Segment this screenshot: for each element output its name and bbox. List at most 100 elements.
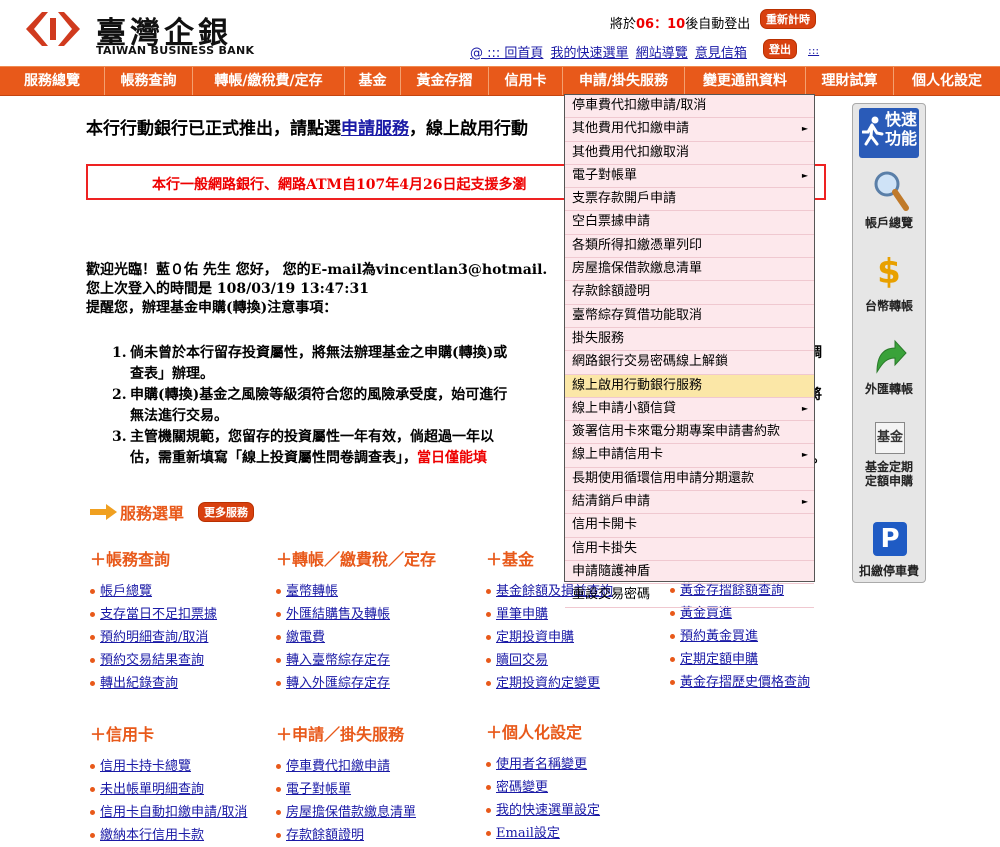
dropdown-item[interactable]: 臺幣綜存質借功能取消 [565, 305, 814, 328]
renew-timer-button[interactable]: 重新計時 [760, 9, 816, 29]
bullet-icon [276, 589, 281, 594]
bullet-icon [276, 764, 281, 769]
quick-fund-label-1: 基金定期 [864, 460, 913, 474]
dropdown-item[interactable]: 房屋擔保借款繳息清單 [565, 258, 814, 282]
dropdown-item-label: 掛失服務 [572, 330, 625, 346]
svc-link[interactable]: 預約黃金買進 [680, 629, 758, 644]
svc-link[interactable]: 定期定額申購 [680, 652, 758, 667]
quick-fund-regular[interactable]: 基金定期 定額申購 [853, 460, 925, 488]
apply-service-link[interactable]: 申請服務 [341, 119, 409, 139]
dropdown-item[interactable]: 簽署信用卡來電分期專案申請書約款 [565, 421, 814, 445]
rule-text: 倘未曾於本行留存投資屬性，將無法辦理基金之申購(轉換)或 [130, 345, 508, 361]
bullet-icon [486, 635, 491, 640]
svc-link[interactable]: 我的快速選單設定 [496, 803, 600, 818]
quick-twd-transfer[interactable]: 台幣轉帳 [853, 297, 925, 314]
svc-link[interactable]: 轉出紀錄查詢 [100, 676, 178, 691]
svc-link[interactable]: 房屋擔保借款繳息清單 [286, 805, 416, 820]
svc-link[interactable]: 使用者名稱變更 [496, 757, 587, 772]
svc-col-title[interactable]: ＋轉帳／繳費稅／定存 [276, 546, 436, 570]
service-menu-header: 服務選單 更多服務 [90, 500, 255, 524]
last-login-line: 您上次登入的時間是 108/03/19 13:47:31 [86, 281, 369, 297]
nav-fund[interactable]: 基金 [345, 67, 401, 95]
logout-button[interactable]: 登出 [763, 39, 797, 59]
feedback-link[interactable]: 意見信箱 [695, 46, 747, 61]
svc-link[interactable]: 預約交易結果查詢 [100, 653, 204, 668]
rule-text-line2: 估，需重新填寫「線上投資屬性問卷調查表」， [130, 450, 417, 466]
green-arrow-icon[interactable] [873, 338, 907, 376]
fund-icon[interactable]: 基金 [875, 422, 905, 454]
dropdown-item[interactable]: 信用卡掛失 [565, 538, 814, 561]
dropdown-item[interactable]: 線上申請小額信貸 ► [565, 398, 814, 422]
dropdown-item[interactable]: 網路銀行交易密碼線上解鎖 [565, 351, 814, 375]
accesskey-link[interactable]: ::: [808, 44, 819, 57]
nav-change-contact[interactable]: 變更通訊資料 [685, 67, 806, 95]
nav-gold[interactable]: 黃金存摺 [401, 67, 489, 95]
svc-link[interactable]: 帳戶總覽 [100, 584, 152, 599]
dropdown-item[interactable]: 支票存款開戶申請 [565, 188, 814, 212]
svc-link[interactable]: 未出帳單明細查詢 [100, 782, 204, 797]
svc-link[interactable]: 密碼變更 [496, 780, 548, 795]
svc-link[interactable]: 預約明細查詢/取消 [100, 630, 208, 645]
magnifier-icon[interactable] [873, 170, 909, 212]
svc-link[interactable]: 存款餘額證明 [286, 828, 364, 843]
svc-link[interactable]: 黃金存摺歷史價格查詢 [680, 675, 810, 690]
dropdown-item-label: 重設交易密碼 [572, 587, 651, 603]
bank-logo[interactable]: 臺灣企銀 TAIWAN BUSINESS BANK [22, 8, 262, 58]
quick-menu-link[interactable]: 我的快速選單 [551, 46, 629, 61]
dropdown-item[interactable]: 電子對帳單 ► [565, 165, 814, 189]
dropdown-item[interactable]: 掛失服務 [565, 328, 814, 352]
dropdown-item[interactable]: 各類所得扣繳憑單列印 [565, 235, 814, 259]
svc-link[interactable]: 單筆申購 [496, 607, 548, 622]
dropdown-item[interactable]: 重設交易密碼 [565, 584, 814, 608]
dropdown-item[interactable]: 長期使用循環信用申請分期還款 [565, 468, 814, 492]
svc-link[interactable]: 電子對帳單 [286, 782, 351, 797]
dropdown-item[interactable]: 空白票據申請 [565, 211, 814, 235]
dropdown-item[interactable]: 申請隨護神盾 [565, 561, 814, 585]
home-link[interactable]: @ ::: 回首頁 [470, 46, 543, 61]
svc-link[interactable]: Email設定 [496, 826, 560, 841]
bullet-icon [670, 611, 675, 616]
bullet-icon [486, 589, 491, 594]
parking-icon[interactable]: P [873, 522, 907, 556]
svc-col-title[interactable]: ＋申請／掛失服務 [276, 721, 416, 745]
svc-link[interactable]: 臺幣轉帳 [286, 584, 338, 599]
svc-link[interactable]: 定期投資申購 [496, 630, 574, 645]
dropdown-item[interactable]: 信用卡開卡 [565, 514, 814, 538]
dropdown-item[interactable]: 線上申請信用卡 ► [565, 444, 814, 468]
nav-service-overview[interactable]: 服務總覽 [0, 67, 105, 95]
svc-link[interactable]: 黃金買進 [680, 606, 732, 621]
nav-credit-card[interactable]: 信用卡 [489, 67, 563, 95]
dropdown-item[interactable]: 其他費用代扣繳取消 [565, 142, 814, 165]
nav-transfer[interactable]: 轉帳/繳稅費/定存 [193, 67, 345, 95]
nav-apply-report-loss[interactable]: 申請/掛失服務 [563, 67, 685, 95]
dropdown-item[interactable]: 其他費用代扣繳申請 ► [565, 118, 814, 142]
svc-link[interactable]: 支存當日不足扣票據 [100, 607, 217, 622]
quick-parking-fee[interactable]: 扣繳停車費 [853, 562, 925, 579]
dropdown-item[interactable]: 線上啟用行動銀行服務 [565, 374, 814, 398]
quick-functions-panel: 快速 功能 帳戶總覽 $ 台幣轉帳 外匯轉帳 基金 基金定期 定額申購 P 扣繳停車… [852, 103, 926, 583]
svc-link[interactable]: 外匯結購售及轉帳 [286, 607, 390, 622]
svc-link[interactable]: 信用卡持卡總覽 [100, 759, 191, 774]
svc-link[interactable]: 繳電費 [286, 630, 325, 645]
svc-col-title[interactable]: ＋信用卡 [90, 721, 247, 745]
svc-link[interactable]: 定期投資約定變更 [496, 676, 600, 691]
nav-personal-settings[interactable]: 個人化設定 [894, 67, 1000, 95]
svc-col-title[interactable]: ＋個人化設定 [486, 719, 600, 743]
svc-link[interactable]: 繳納本行信用卡款 [100, 828, 204, 843]
svc-link[interactable]: 轉入臺幣綜存定存 [286, 653, 390, 668]
sitemap-link[interactable]: 網站導覽 [636, 46, 688, 61]
more-services-button[interactable]: 更多服務 [198, 502, 255, 522]
svc-link[interactable]: 贖回交易 [496, 653, 548, 668]
svc-link[interactable]: 信用卡自動扣繳申請/取消 [100, 805, 247, 820]
dropdown-item[interactable]: 結清銷戶申請 ► [565, 491, 814, 515]
quick-account-overview[interactable]: 帳戶總覽 [853, 214, 925, 231]
dropdown-item[interactable]: 存款餘額證明 [565, 281, 814, 305]
svc-col-title[interactable]: ＋帳務查詢 [90, 546, 217, 570]
nav-calculator[interactable]: 理財試算 [806, 67, 894, 95]
dollar-icon[interactable]: $ [853, 252, 925, 292]
svc-link[interactable]: 停車費代扣繳申請 [286, 759, 390, 774]
dropdown-item[interactable]: 停車費代扣繳申請/取消 [565, 95, 814, 119]
nav-account-inquiry[interactable]: 帳務查詢 [105, 67, 193, 95]
svc-link[interactable]: 轉入外匯綜存定存 [286, 676, 390, 691]
quick-forex-transfer[interactable]: 外匯轉帳 [853, 380, 925, 397]
